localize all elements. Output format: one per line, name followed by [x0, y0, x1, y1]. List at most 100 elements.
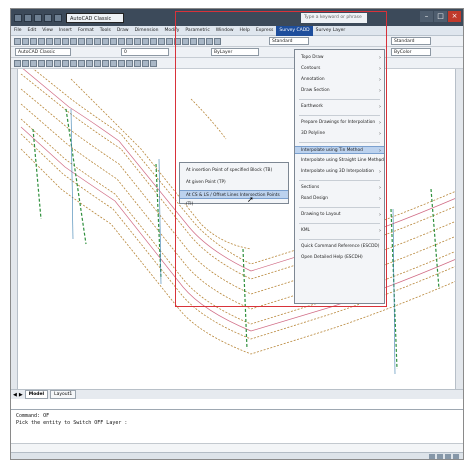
toolbar-button-icon[interactable]: [62, 37, 69, 45]
color-combo[interactable]: ByLayer: [211, 48, 259, 56]
menu-draw[interactable]: Draw: [114, 26, 132, 36]
toolbar-button-icon[interactable]: [214, 37, 221, 45]
menu-edit[interactable]: Edit: [25, 26, 40, 36]
toolbar-button-icon[interactable]: [182, 37, 189, 45]
tab-layout1[interactable]: Layout1: [50, 390, 77, 399]
menu-express[interactable]: Express: [253, 26, 277, 36]
menu-item-annotation[interactable]: Annotation ›: [295, 76, 384, 84]
linetype-combo[interactable]: ByColor: [391, 48, 431, 56]
close-button[interactable]: ×: [448, 11, 461, 22]
menu-view[interactable]: View: [39, 26, 56, 36]
toolbar-button-icon[interactable]: [30, 59, 37, 67]
toolbar-button-icon[interactable]: [150, 37, 157, 45]
menu-item-open-detailed-help-escdh[interactable]: Open Detailed Help (ESCDH): [295, 254, 384, 262]
toolbar-button-icon[interactable]: [86, 37, 93, 45]
toolbar-button-icon[interactable]: [94, 59, 101, 67]
tab-model[interactable]: Model: [24, 390, 49, 399]
toolbar-button-icon[interactable]: [54, 59, 61, 67]
drawing-canvas[interactable]: [11, 69, 464, 389]
toolbar-button-icon[interactable]: [150, 59, 157, 67]
menu-item-kml[interactable]: KML ›: [295, 227, 384, 235]
toolbar-button-icon[interactable]: [70, 37, 77, 45]
menu-item-sections[interactable]: Sections ›: [295, 184, 384, 192]
menu-tools[interactable]: Tools: [97, 26, 114, 36]
toolbar-button-icon[interactable]: [30, 37, 37, 45]
toolbar-button-icon[interactable]: [78, 59, 85, 67]
workspace-combo[interactable]: AutoCAD Classic: [15, 48, 71, 56]
dimstyle-combo[interactable]: Standard: [269, 37, 309, 45]
submenu-item[interactable]: At insertion Point of specified Block (T…: [180, 166, 288, 175]
menu-dimension[interactable]: Dimension: [132, 26, 162, 36]
toolbar-button-icon[interactable]: [22, 37, 29, 45]
tab-next-icon[interactable]: ▶: [19, 392, 23, 398]
toolbar-button-icon[interactable]: [110, 59, 117, 67]
app-menu-icon[interactable]: [14, 13, 22, 22]
toolbar-button-icon[interactable]: [14, 37, 21, 45]
toolbar-button-icon[interactable]: [38, 59, 45, 67]
menu-parametric[interactable]: Parametric: [182, 26, 212, 36]
new-file-icon[interactable]: [24, 13, 32, 22]
submenu-item[interactable]: At CS & LS / Offset Lines Intersection P…: [180, 190, 288, 207]
menu-item-interpolate-using-3d-interpolation[interactable]: Interpolate using 3D Interpolation ›: [295, 168, 384, 176]
toolbar-button-icon[interactable]: [174, 37, 181, 45]
command-input[interactable]: [11, 443, 463, 452]
menu-survey-layer[interactable]: Survey Layer: [313, 26, 349, 36]
menu-item-draw-section[interactable]: Draw Section ›: [295, 87, 384, 95]
menu-item-quick-command-reference-escdd[interactable]: Quick Command Reference (ESCDD): [295, 243, 384, 251]
open-file-icon[interactable]: [34, 13, 42, 22]
undo-icon[interactable]: [54, 13, 62, 22]
toolbar-button-icon[interactable]: [94, 37, 101, 45]
menu-insert[interactable]: Insert: [56, 26, 75, 36]
tab-prev-icon[interactable]: ◀: [13, 392, 17, 398]
save-icon[interactable]: [44, 13, 52, 22]
search-input[interactable]: Type a keyword or phrase: [301, 13, 367, 23]
menu-item-3d-polyline[interactable]: 3D Polyline ›: [295, 130, 384, 138]
menu-item-interpolate-using-straight-line-method[interactable]: Interpolate using Straight Line Method ›: [295, 157, 384, 165]
toolbar-button-icon[interactable]: [102, 37, 109, 45]
menu-item-road-design[interactable]: Road Design ›: [295, 195, 384, 203]
toolbar-button-icon[interactable]: [198, 37, 205, 45]
menu-item-interpolate-using-tin-method[interactable]: Interpolate using Tin Method ›: [295, 146, 384, 154]
menu-item-topo-draw[interactable]: Topo Draw ›: [295, 54, 384, 62]
toolbar-button-icon[interactable]: [118, 37, 125, 45]
maximize-button[interactable]: □: [434, 11, 447, 22]
toolbar-button-icon[interactable]: [70, 59, 77, 67]
layer-combo[interactable]: 0: [121, 48, 169, 56]
toolbar-button-icon[interactable]: [126, 59, 133, 67]
menu-window[interactable]: Window: [213, 26, 237, 36]
menu-survey-cadd[interactable]: Survey CADD: [276, 25, 313, 36]
menu-item-drawing-to-layout[interactable]: Drawing to Layout ›: [295, 211, 384, 219]
menu-item-contours[interactable]: Contours ›: [295, 65, 384, 73]
toolbar-button-icon[interactable]: [134, 37, 141, 45]
toolbar-button-icon[interactable]: [46, 59, 53, 67]
toolbar-button-icon[interactable]: [86, 59, 93, 67]
menu-item-prepare-drawings-for-interpolation[interactable]: Prepare Drawings for Interpolation ›: [295, 119, 384, 127]
toolbar-button-icon[interactable]: [142, 59, 149, 67]
menu-file[interactable]: File: [11, 26, 25, 36]
toolbar-button-icon[interactable]: [54, 37, 61, 45]
toolbar-button-icon[interactable]: [134, 59, 141, 67]
toolbar-button-icon[interactable]: [38, 37, 45, 45]
toolbar-button-icon[interactable]: [102, 59, 109, 67]
toolbar-button-icon[interactable]: [78, 37, 85, 45]
toolbar-button-icon[interactable]: [46, 37, 53, 45]
ortho-icon[interactable]: [445, 454, 451, 459]
menu-modify[interactable]: Modify: [162, 26, 183, 36]
settings-icon[interactable]: [453, 454, 459, 459]
toolbar-button-icon[interactable]: [126, 37, 133, 45]
grid-icon[interactable]: [437, 454, 443, 459]
toolbar-button-icon[interactable]: [206, 37, 213, 45]
snap-icon[interactable]: [429, 454, 435, 459]
toolbar-button-icon[interactable]: [190, 37, 197, 45]
toolbar-button-icon[interactable]: [142, 37, 149, 45]
toolbar-button-icon[interactable]: [14, 59, 21, 67]
toolbar-button-icon[interactable]: [158, 37, 165, 45]
tablestyle-combo[interactable]: Standard: [391, 37, 431, 45]
menu-item-earthwork[interactable]: Earthwork ›: [295, 103, 384, 111]
toolbar-button-icon[interactable]: [118, 59, 125, 67]
toolbar-button-icon[interactable]: [166, 37, 173, 45]
minimize-button[interactable]: –: [420, 11, 433, 22]
menu-help[interactable]: Help: [237, 26, 253, 36]
menu-format[interactable]: Format: [75, 26, 97, 36]
toolbar-button-icon[interactable]: [62, 59, 69, 67]
